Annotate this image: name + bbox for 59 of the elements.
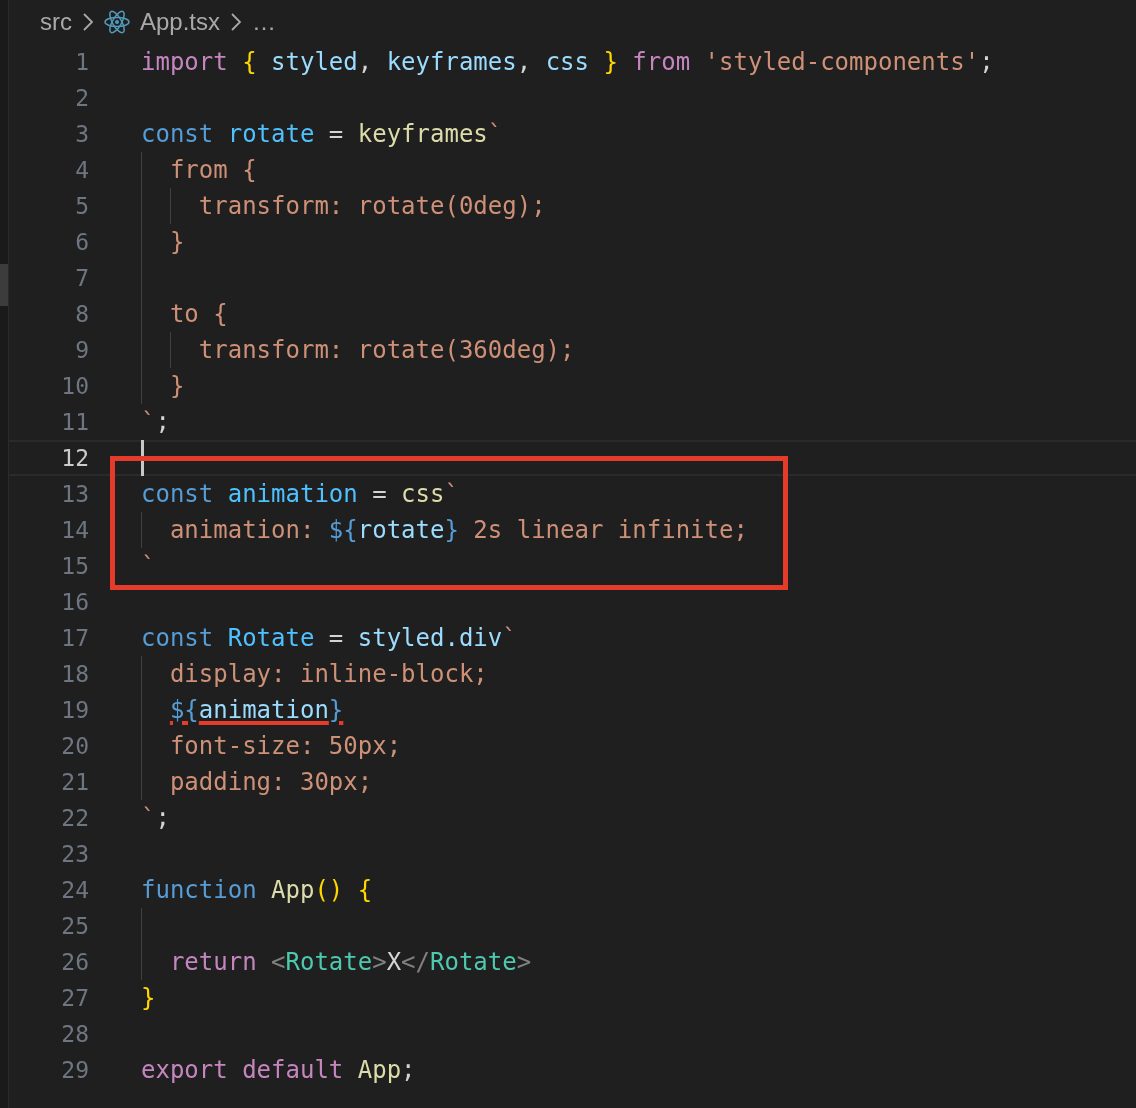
line-number: 12: [60, 445, 89, 471]
code-line: const rotate = keyframes`: [141, 119, 503, 150]
line-number: 3: [74, 121, 89, 147]
line-number: 18: [60, 661, 89, 687]
line-number: 13: [60, 481, 89, 507]
line-number: 10: [60, 373, 89, 399]
line-number: 27: [60, 985, 89, 1011]
code-line: display: inline-block;: [168, 659, 488, 690]
breadcrumb-item[interactable]: App.tsx: [140, 8, 221, 36]
line-number: 28: [60, 1021, 89, 1047]
code-line: const Rotate = styled.div`: [141, 623, 517, 654]
code-line: return <Rotate>X</Rotate>: [168, 947, 532, 978]
line-number: 29: [60, 1057, 89, 1083]
code-line: to {: [168, 299, 228, 330]
line-number: 23: [60, 841, 89, 867]
code-line: transform: rotate(0deg);: [197, 191, 546, 222]
chevron-icon: [230, 12, 243, 32]
code-line: padding: 30px;: [168, 767, 373, 798]
line-number: 6: [74, 229, 89, 255]
line-number: 9: [74, 337, 89, 363]
text-cursor: [141, 440, 144, 476]
code-line: transform: rotate(360deg);: [197, 335, 575, 366]
code-line: `;: [141, 407, 170, 438]
line-number: 15: [60, 553, 89, 579]
code-line: `: [141, 551, 156, 582]
line-number: 24: [60, 877, 89, 903]
code-line: }: [141, 983, 156, 1014]
scroll-marker: [0, 264, 8, 306]
line-number: 20: [60, 733, 89, 759]
breadcrumb-item[interactable]: …: [252, 8, 277, 36]
code-line: from {: [168, 155, 257, 186]
line-number: 1: [74, 49, 89, 75]
code-line: const animation = css`: [141, 479, 459, 510]
code-line: animation: ${rotate} 2s linear infinite;: [168, 515, 748, 546]
line-number: 2: [74, 85, 89, 111]
line-number: 16: [60, 589, 89, 615]
line-number: 19: [60, 697, 89, 723]
atom-icon: [104, 9, 130, 35]
line-number: 11: [60, 409, 89, 435]
code-line: ${animation}: [168, 695, 344, 726]
code-line: }: [168, 227, 185, 258]
line-number: 5: [74, 193, 89, 219]
breadcrumb-item[interactable]: src: [40, 8, 72, 36]
code-line: function App() {: [141, 875, 373, 906]
line-number: 22: [60, 805, 89, 831]
code-line: `;: [141, 803, 170, 834]
line-number: 8: [74, 301, 89, 327]
code-line: import { styled, keyframes, css } from 'styled-components';: [141, 47, 994, 78]
line-number: 26: [60, 949, 89, 975]
line-number: 17: [60, 625, 89, 651]
line-number: 7: [74, 265, 89, 291]
line-number: 4: [74, 157, 89, 183]
line-number: 14: [60, 517, 89, 543]
code-line: }: [168, 371, 185, 402]
chevron-icon: [82, 12, 94, 32]
code-line: export default App;: [141, 1055, 416, 1086]
line-number: 25: [60, 913, 89, 939]
code-line: font-size: 50px;: [168, 731, 402, 762]
line-number: 21: [60, 769, 89, 795]
